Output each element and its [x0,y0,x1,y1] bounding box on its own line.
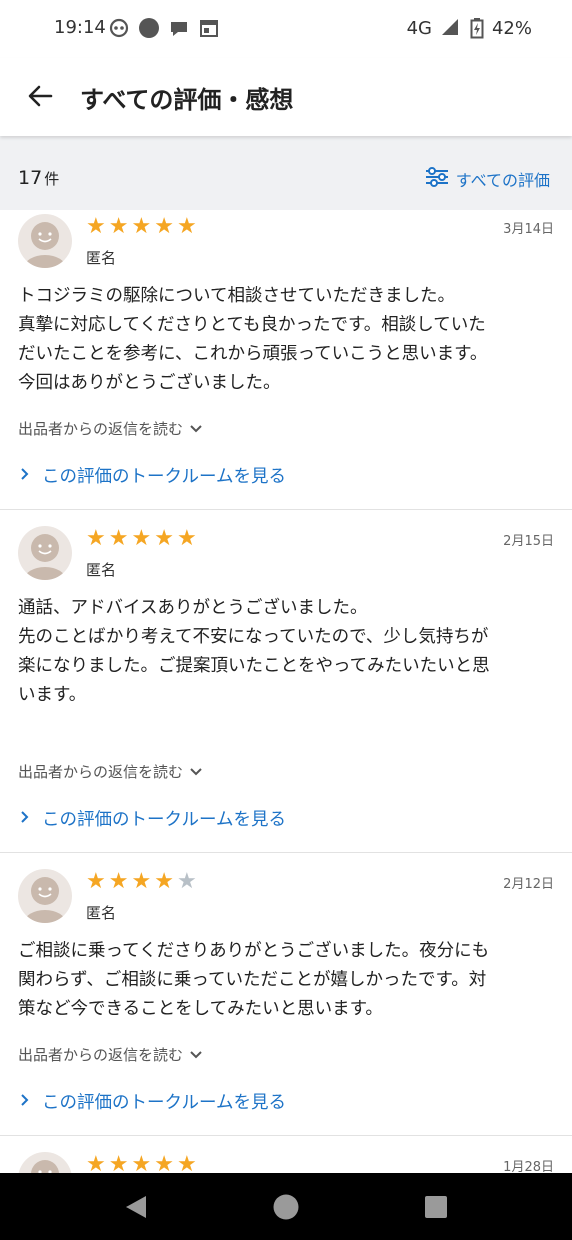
reply-toggle-label: 出品者からの返信を読む [18,763,184,781]
talk-room-link-label: この評価のトークルームを見る [42,467,286,487]
review-list[interactable]: ★ ★ ★ ★ ★ 匿名 3月14日 トコジラミの駆除について相談させていただき… [0,210,572,1173]
star-icon: ★ [131,214,152,239]
avatar [18,869,72,923]
recents-square-icon[interactable] [422,1193,450,1221]
chevron-right-icon [20,466,30,486]
chevron-right-icon [20,809,30,829]
sub-header: 17 件 すべての評価 [0,136,572,210]
battery-icon [470,17,484,39]
reply-toggle[interactable]: 出品者からの返信を読む [18,418,203,439]
star-icon: ★ [86,869,106,894]
system-nav-bar [0,1173,572,1240]
chevron-right-icon [20,1092,30,1112]
reply-toggle[interactable]: 出品者からの返信を読む [18,1044,203,1065]
review-date: 2月15日 [503,534,554,549]
star-icon: ★ [131,526,152,551]
star-icon: ★ [131,1152,152,1174]
star-rating: ★ ★ ★ ★ ★ [86,528,197,550]
avatar [18,214,72,268]
sliders-icon [424,166,450,192]
review-date: 2月12日 [503,877,554,892]
signal-icon [440,17,462,39]
star-icon: ★ [154,869,174,894]
app-bar: すべての評価・感想 [0,58,572,136]
network-type: 4G [406,17,432,39]
star-rating: ★ ★ ★ ★ ★ [86,871,197,893]
review-text: ご相談に乗ってくださりありがとうございました。夜分にも 関わらず、ご相談に乗って… [18,941,490,1019]
reply-toggle-label: 出品者からの返信を読む [18,420,184,438]
reply-toggle[interactable]: 出品者からの返信を読む [18,761,203,782]
star-icon: ★ [176,869,197,894]
star-icon: ★ [154,214,174,239]
review-text: トコジラミの駆除について相談させていただきました。 真摯に対応してくださりとても… [18,286,488,393]
page-title: すべての評価・感想 [80,86,294,114]
review-date: 1月28日 [503,1160,554,1173]
star-icon: ★ [108,1152,129,1174]
review-count-number: 17 [18,167,43,189]
filter-button[interactable]: すべての評価 [424,166,550,192]
review-card: ★ ★ ★ ★ ★ 1月28日 [0,1136,572,1173]
star-icon: ★ [108,869,129,894]
chevron-down-icon [189,1046,203,1064]
talk-room-link-label: この評価のトークルームを見る [42,1093,286,1113]
star-icon: ★ [108,526,129,551]
chevron-down-icon [189,763,203,781]
avatar [18,1152,72,1173]
reviewer-name: 匿名 [86,249,117,267]
arrow-left-icon [27,83,53,113]
star-rating: ★ ★ ★ ★ ★ [86,1152,197,1174]
status-bar: 19:14 4G 42% [0,0,572,58]
review-text: 通話、アドバイスありがとうございました。 先のことばかり考えて不安になっていたの… [18,598,490,705]
star-icon: ★ [86,526,106,551]
review-card: ★ ★ ★ ★ ★ 匿名 2月12日 ご相談に乗ってくださりありがとうございまし… [0,853,572,1136]
filter-label: すべての評価 [455,171,550,190]
back-triangle-icon[interactable] [122,1193,150,1221]
reply-toggle-label: 出品者からの返信を読む [18,1046,184,1064]
talk-room-link[interactable]: この評価のトークルームを見る [20,806,286,831]
review-date: 3月14日 [503,222,554,237]
star-icon: ★ [86,1152,106,1174]
star-icon: ★ [154,526,174,551]
battery-level: 42% [491,17,532,39]
star-icon: ★ [176,214,197,239]
star-icon: ★ [176,1152,197,1174]
circle-icon [138,17,160,39]
reviewer-name: 匿名 [86,904,117,922]
review-count-unit: 件 [44,170,60,188]
chat-bubble-icon [168,17,190,39]
review-count: 17 件 [18,167,59,189]
status-right: 4G 42% [407,17,532,39]
assistant-icon [108,17,130,39]
home-circle-icon[interactable] [272,1193,300,1221]
review-card: ★ ★ ★ ★ ★ 匿名 3月14日 トコジラミの駆除について相談させていただき… [0,210,572,510]
review-card: ★ ★ ★ ★ ★ 匿名 2月15日 通話、アドバイスありがとうございました。 … [0,510,572,853]
star-rating: ★ ★ ★ ★ ★ [86,216,197,238]
avatar [18,526,72,580]
talk-room-link[interactable]: この評価のトークルームを見る [20,463,286,488]
star-icon: ★ [108,214,129,239]
talk-room-link[interactable]: この評価のトークルームを見る [20,1089,286,1114]
star-icon: ★ [131,869,152,894]
back-button[interactable] [22,80,58,116]
chevron-down-icon [189,420,203,438]
star-icon: ★ [86,214,106,239]
calendar-icon [198,17,220,39]
status-time: 19:14 [54,17,106,38]
talk-room-link-label: この評価のトークルームを見る [42,810,286,830]
notification-icons [108,17,220,39]
star-icon: ★ [154,1152,174,1174]
reviewer-name: 匿名 [86,561,117,579]
star-icon: ★ [176,526,197,551]
